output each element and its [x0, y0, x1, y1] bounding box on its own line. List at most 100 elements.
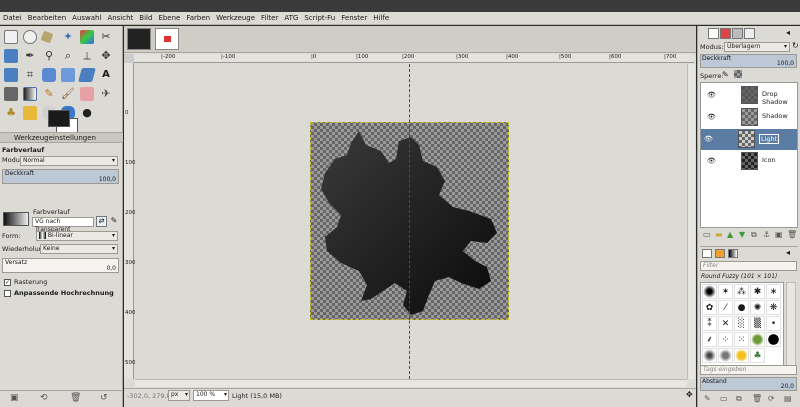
brush-item[interactable] [750, 332, 765, 347]
raise-layer-icon[interactable]: ▲ [727, 230, 733, 239]
vertical-scrollbar[interactable] [687, 64, 695, 379]
airbrush-icon[interactable]: ✈ [99, 87, 113, 101]
image-tab-1[interactable] [127, 28, 151, 50]
new-brush-icon[interactable]: ▭ [720, 394, 728, 403]
crop-icon[interactable]: ⌗ [23, 68, 37, 82]
opacity-slider[interactable]: Deckkraft 100,0 [2, 169, 119, 184]
menu-auswahl[interactable]: Auswahl [69, 12, 104, 24]
color-picker-icon[interactable]: ⚲ [42, 49, 56, 63]
horizontal-scrollbar[interactable] [135, 379, 687, 387]
brushes-tab-icon[interactable] [702, 249, 712, 258]
scissors-icon[interactable]: ✂ [99, 30, 113, 44]
zoom-select[interactable]: 100 % ▾ [193, 390, 229, 401]
brush-item[interactable] [734, 348, 749, 363]
eye-icon[interactable]: 👁 [707, 157, 716, 165]
vertical-guide[interactable] [409, 64, 410, 379]
dock-menu-icon[interactable]: ◂ [786, 28, 790, 37]
undo-tab-icon[interactable] [744, 28, 755, 39]
patterns-tab-icon[interactable] [715, 249, 725, 258]
brush-item[interactable]: ✶ [718, 284, 733, 299]
color-select-icon[interactable] [80, 30, 94, 44]
menu-bild[interactable]: Bild [136, 12, 155, 24]
menu-farben[interactable]: Farben [183, 12, 213, 24]
dodge-burn-icon[interactable]: ● [80, 106, 94, 120]
duplicate-brush-icon[interactable]: ⧉ [736, 394, 742, 404]
duplicate-layer-icon[interactable]: ⧉ [751, 230, 757, 240]
delete-brush-icon[interactable]: 🗑 [752, 394, 762, 403]
foreground-select-icon[interactable] [4, 49, 18, 63]
brush-filter-input[interactable]: Filter [700, 261, 797, 271]
layer-row[interactable]: 👁 Icon [704, 151, 799, 172]
menu-datei[interactable]: Datei [0, 12, 25, 24]
gradient-name-field[interactable]: VG nach Transparent [32, 217, 94, 233]
brush-item[interactable] [766, 332, 781, 347]
fuzzy-select-icon[interactable]: ✦ [61, 30, 75, 44]
brush-item[interactable]: ⸙ [702, 332, 717, 347]
brush-spacing-slider[interactable]: Abstand 20,0 [700, 377, 797, 391]
brush-tags-input[interactable]: Tags eingeben [700, 365, 797, 375]
layer-mode-select[interactable]: Überlagern ▾ [724, 42, 790, 52]
open-brush-icon[interactable]: ▤ [784, 394, 792, 403]
brush-item[interactable]: • [766, 316, 781, 331]
mode-select[interactable]: Normal ▾ [20, 156, 118, 166]
menu-atg[interactable]: ATG [281, 12, 301, 24]
tool-options-header[interactable]: Werkzeugeinstellungen [0, 132, 123, 143]
edit-brush-icon[interactable]: ✎ [704, 394, 711, 403]
lower-layer-icon[interactable]: ▼ [739, 230, 745, 239]
unit-select[interactable]: px ▾ [168, 390, 190, 401]
menu-script-fu[interactable]: Script-Fu [301, 12, 338, 24]
layer-row[interactable]: 👁 Shadow [704, 107, 799, 128]
brush-item[interactable]: ✱ [750, 284, 765, 299]
reset-options-icon[interactable]: ↺ [100, 393, 108, 403]
brush-item[interactable]: ▒ [750, 316, 765, 331]
repeat-select[interactable]: Keine ▾ [40, 244, 118, 254]
brush-scrollbar[interactable] [786, 282, 796, 366]
layers-tab-icon[interactable] [708, 28, 719, 39]
save-options-icon[interactable]: ▣ [10, 393, 19, 403]
anchor-layer-icon[interactable]: ⚓ [763, 230, 770, 239]
brush-item[interactable]: ⁄ [718, 300, 733, 315]
layer-opacity-slider[interactable]: Deckkraft 100,0 [700, 54, 797, 68]
brush-item[interactable]: ⁂ [734, 284, 749, 299]
free-select-icon[interactable] [40, 30, 54, 44]
ellipse-select-icon[interactable] [23, 30, 37, 44]
paths-tab-icon[interactable] [732, 28, 743, 39]
zoom-icon[interactable]: ⌕ [61, 49, 75, 63]
brush-item[interactable]: ∗ [766, 284, 781, 299]
menu-ansicht[interactable]: Ansicht [104, 12, 136, 24]
menu-bearbeiten[interactable]: Bearbeiten [25, 12, 69, 24]
rect-select-icon[interactable] [4, 30, 18, 44]
eye-icon[interactable]: 👁 [704, 135, 713, 143]
brush-item[interactable]: ░ [734, 316, 749, 331]
brush-item[interactable] [702, 348, 717, 363]
canvas-area[interactable] [135, 64, 687, 379]
offset-slider[interactable]: Versatz 0,0 [2, 258, 119, 273]
refresh-brushes-icon[interactable]: ⟳ [768, 394, 775, 403]
brush-item[interactable] [718, 348, 733, 363]
adaptive-checkbox[interactable] [4, 290, 11, 297]
measure-icon[interactable]: ⟂ [80, 49, 94, 63]
rotate-icon[interactable] [42, 68, 56, 82]
restore-options-icon[interactable]: ⟲ [40, 393, 48, 403]
align-icon[interactable] [4, 68, 18, 82]
brush-item[interactable]: ✺ [750, 300, 765, 315]
brush-item[interactable]: ✕ [718, 316, 733, 331]
edit-gradient-icon[interactable]: ✎ [109, 216, 119, 227]
layer-row[interactable]: 👁 Drop Shadow [704, 85, 799, 106]
new-layer-icon[interactable]: ▭ [703, 230, 711, 239]
paintbrush-icon[interactable]: 🖌 [61, 87, 75, 101]
brush-item[interactable]: ● [734, 300, 749, 315]
shear-icon[interactable] [78, 68, 96, 82]
brush-item[interactable]: ✿ [702, 300, 717, 315]
lock-pixels-icon[interactable]: ✎ [722, 70, 729, 79]
brush-item[interactable]: ⁘ [718, 332, 733, 347]
menu-fenster[interactable]: Fenster [338, 12, 370, 24]
delete-layer-icon[interactable]: 🗑 [787, 230, 797, 239]
lock-alpha-icon[interactable] [734, 70, 742, 78]
brush-item[interactable] [702, 284, 717, 299]
menu-filter[interactable]: Filter [258, 12, 281, 24]
dither-checkbox[interactable]: ✓ [4, 279, 11, 286]
reverse-gradient-icon[interactable]: ⇄ [96, 216, 107, 227]
brush-item[interactable]: ⁙ [734, 332, 749, 347]
paths-icon[interactable]: ✒ [23, 49, 37, 63]
